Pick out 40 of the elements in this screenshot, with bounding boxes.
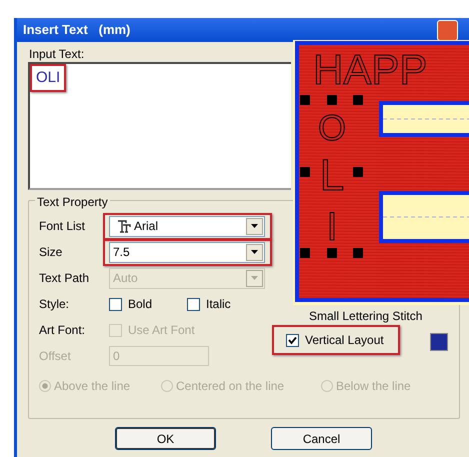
selection-handle[interactable] xyxy=(353,248,363,258)
checkbox-label: Italic xyxy=(206,296,231,313)
window-title: Insert Text (mm) xyxy=(23,21,130,40)
selection-handle[interactable] xyxy=(327,95,337,105)
text-input-field[interactable]: OLI xyxy=(28,62,291,190)
checkbox[interactable] xyxy=(187,298,200,310)
ok-button[interactable]: OK xyxy=(115,427,216,450)
field-label: Offset xyxy=(39,348,72,365)
input-text-value: OLI xyxy=(30,64,66,92)
letter-text: I xyxy=(326,205,338,249)
checkbox-label: Use Art Font xyxy=(128,322,195,339)
selection-handle[interactable] xyxy=(300,167,310,177)
checkbox-label: Bold xyxy=(128,296,152,313)
checkbox-label: Vertical Layout xyxy=(305,332,384,349)
field-label: Font List xyxy=(39,218,86,235)
radio-label: Below the line xyxy=(336,378,411,395)
color-swatch[interactable] xyxy=(430,333,448,351)
selection-handle[interactable] xyxy=(300,95,310,105)
checkbox-label: Small Lettering Stitch xyxy=(309,308,422,325)
checkbox[interactable] xyxy=(286,334,299,346)
letter-text: O xyxy=(318,107,346,148)
radio-label: Above the line xyxy=(54,378,130,395)
field-value: Arial xyxy=(134,218,158,235)
field-label: Art Font: xyxy=(39,322,86,339)
field-label: Size xyxy=(39,244,64,261)
field-value: Auto xyxy=(113,270,138,287)
letter-text: L xyxy=(320,151,344,200)
selection-handle[interactable] xyxy=(353,95,363,105)
field-label: Input Text: xyxy=(28,46,86,61)
headline-text: HAPP xyxy=(313,46,428,93)
field-value: 7.5 xyxy=(113,244,130,261)
selection-handle[interactable] xyxy=(327,248,337,258)
checkbox[interactable] xyxy=(109,298,122,310)
field-label: Text Path xyxy=(39,270,90,287)
close-button[interactable] xyxy=(437,20,458,40)
selection-handle[interactable] xyxy=(300,248,310,258)
radio-label: Centered on the line xyxy=(176,378,284,395)
selection-handle[interactable] xyxy=(353,167,363,177)
field-label: Style: xyxy=(39,296,70,313)
cancel-button[interactable]: Cancel xyxy=(271,427,372,450)
